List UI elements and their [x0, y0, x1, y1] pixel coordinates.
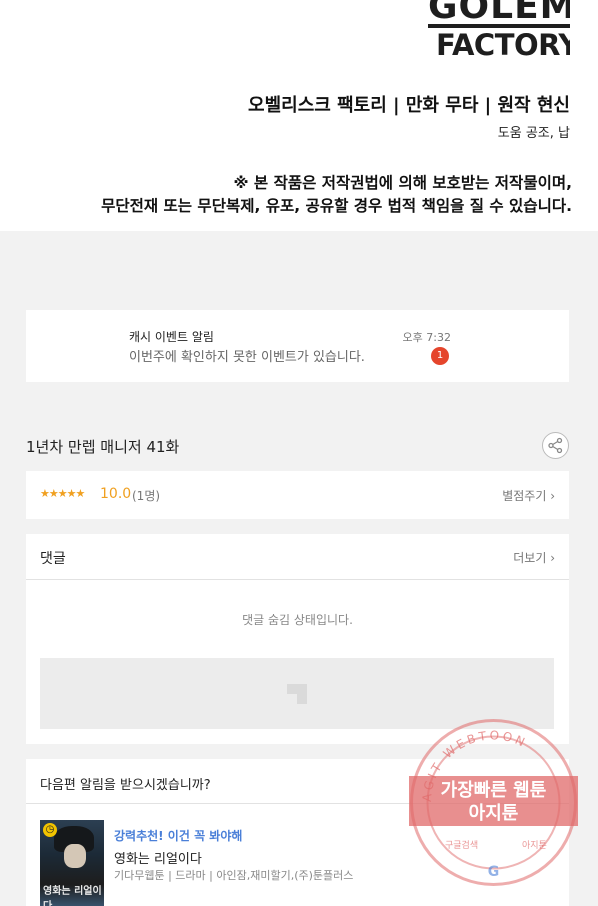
divider — [26, 579, 569, 580]
share-button[interactable] — [542, 432, 569, 459]
comments-section: 댓글 더보기 › 댓글 숨김 상태입니다. — [26, 534, 569, 744]
copyright-notice-line2: 무단전재 또는 무단복제, 유포, 공유할 경우 법적 책임을 질 수 있습니다… — [101, 197, 572, 215]
header-area: GOLEM FACTORY 오벨리스크 팩토리 | 만화 무타 | 원작 현신 … — [0, 0, 598, 231]
recommended-webtoon-thumbnail[interactable]: ◷ 영화는 리얼이다 — [40, 820, 104, 906]
rate-button[interactable]: 별점주기 › — [502, 487, 555, 504]
notification-title: 캐시 이벤트 알림 — [129, 330, 214, 344]
golem-factory-logo: GOLEM FACTORY — [428, 0, 570, 62]
watermark-line2: 아지툰 — [469, 803, 519, 824]
watermark-line1: 가장빠른 웹툰 — [441, 780, 547, 801]
thumbnail-face — [64, 844, 86, 868]
copyright-notice: ※ 본 작품은 저작권법에 의해 보호받는 저작물이며, 무단전재 또는 무단복… — [101, 172, 572, 218]
copyright-notice-line1: ※ 본 작품은 저작권법에 의해 보호받는 저작물이며, — [233, 174, 572, 192]
logo-line2: FACTORY — [436, 28, 570, 62]
rating-score: 10.0 — [100, 486, 132, 502]
rating-bar: ★★★★★ 10.0 (1명) 별점주기 › — [26, 471, 569, 519]
notification-message: 이번주에 확인하지 못한 이벤트가 있습니다. — [129, 350, 365, 365]
recommend-label: 강력추천! 이건 꼭 봐야해 — [114, 829, 243, 843]
watermark-bottom-right: 아지툰 — [522, 840, 547, 851]
recommended-webtoon-meta: 기다무웹툰 | 드라마 | 아인잠,재미할기,(주)툰플러스 — [114, 869, 354, 882]
recommended-webtoon-title[interactable]: 영화는 리얼이다 — [114, 848, 202, 867]
credits-main: 오벨리스크 팩토리 | 만화 무타 | 원작 현신 — [248, 95, 570, 116]
rating-stars: ★★★★★ — [40, 487, 85, 500]
notification-time: 오후 7:32 — [402, 331, 451, 344]
agit-webtoon-watermark: AGIT WEBTOON 가장빠른 웹툰 아지툰 구글검색 아지툰 G — [409, 719, 578, 886]
next-episode-question: 다음편 알림을 받으시겠습니까? — [40, 778, 211, 793]
share-icon — [548, 437, 563, 454]
thumbnail-title-text: 영화는 리얼이다 — [43, 886, 102, 906]
comments-header: 댓글 — [40, 551, 66, 567]
rating-count: (1명) — [132, 489, 161, 503]
episode-title: 1년차 만렙 매니저 41화 — [26, 438, 180, 456]
watermark-bottom-left: 구글검색 — [445, 839, 478, 851]
notification-count-badge: 1 — [431, 347, 449, 365]
logo-line1: GOLEM — [428, 0, 570, 27]
cash-event-notification[interactable]: 캐시 이벤트 알림 이번주에 확인하지 못한 이벤트가 있습니다. 오후 7:3… — [26, 310, 569, 382]
comments-hidden-message: 댓글 숨김 상태입니다. — [242, 613, 353, 627]
ad-placeholder-icon — [287, 684, 307, 704]
google-icon: G — [488, 864, 500, 880]
comments-more-link[interactable]: 더보기 › — [513, 549, 555, 566]
clock-icon: ◷ — [43, 823, 57, 837]
credits-assist: 도움 공조, 납 — [497, 126, 570, 141]
